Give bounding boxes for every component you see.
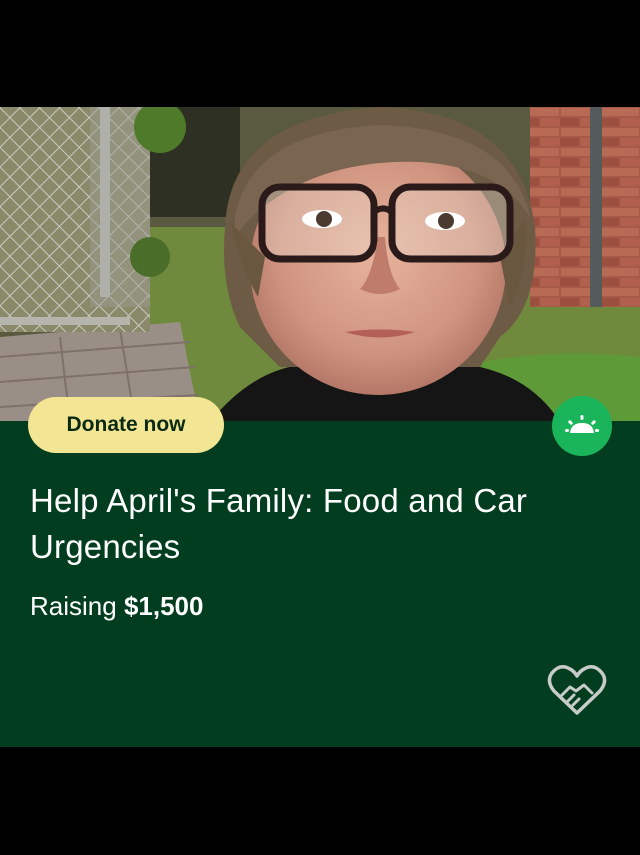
heart-handshake-icon	[546, 663, 608, 719]
campaign-title[interactable]: Help April's Family: Food and Car Urgenc…	[30, 478, 620, 570]
fundraising-goal: Raising $1,500	[30, 588, 203, 624]
donate-now-button[interactable]: Donate now	[28, 397, 224, 453]
campaign-photo-image	[0, 107, 640, 422]
campaign-photo[interactable]	[0, 107, 640, 422]
raising-label: Raising	[30, 591, 117, 621]
screen: Donate now Help April's Family: Food and…	[0, 0, 640, 855]
campaign-card[interactable]	[0, 421, 640, 747]
goal-amount: $1,500	[123, 591, 204, 621]
gofundme-sunrise-icon	[552, 396, 612, 456]
